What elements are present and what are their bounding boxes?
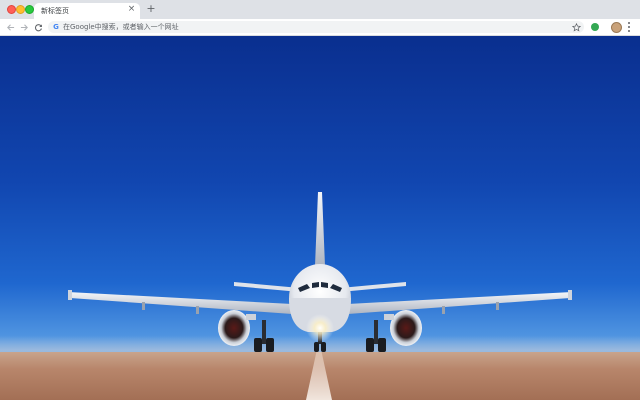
right-engine <box>390 310 422 346</box>
minimize-window-button[interactable] <box>16 5 25 14</box>
tab-strip: 新标签页 × + <box>0 0 640 19</box>
star-icon[interactable] <box>571 22 581 32</box>
arrow-left-icon[interactable] <box>4 21 16 33</box>
right-gear-wheel <box>366 338 374 352</box>
landing-light <box>306 314 334 342</box>
tail-fin <box>315 192 325 266</box>
omnibox-placeholder: 在Google中搜索，或者输入一个网址 <box>63 23 179 31</box>
kebab-menu-icon[interactable] <box>627 22 631 32</box>
left-engine <box>218 310 250 346</box>
arrow-right-icon[interactable] <box>18 21 30 33</box>
new-tab-background <box>0 36 640 400</box>
airplane-image <box>68 192 572 352</box>
avatar-icon[interactable] <box>611 22 622 33</box>
tab-title: 新标签页 <box>41 7 69 15</box>
nose-gear-wheel <box>314 342 319 352</box>
google-g-icon: G <box>53 23 59 31</box>
toolbar: G 在Google中搜索，或者输入一个网址 <box>0 19 640 36</box>
left-gear-wheel <box>254 338 262 352</box>
plus-icon[interactable]: + <box>146 3 156 14</box>
reload-icon[interactable] <box>32 21 44 33</box>
close-icon[interactable]: × <box>127 5 136 14</box>
maximize-window-button[interactable] <box>25 5 34 14</box>
omnibox[interactable]: G 在Google中搜索，或者输入一个网址 <box>48 21 584 33</box>
right-wing <box>348 292 572 314</box>
close-window-button[interactable] <box>7 5 16 14</box>
extension-icon[interactable] <box>591 23 599 31</box>
left-wing <box>68 292 292 314</box>
tab-new-tab[interactable]: 新标签页 × <box>34 3 140 19</box>
